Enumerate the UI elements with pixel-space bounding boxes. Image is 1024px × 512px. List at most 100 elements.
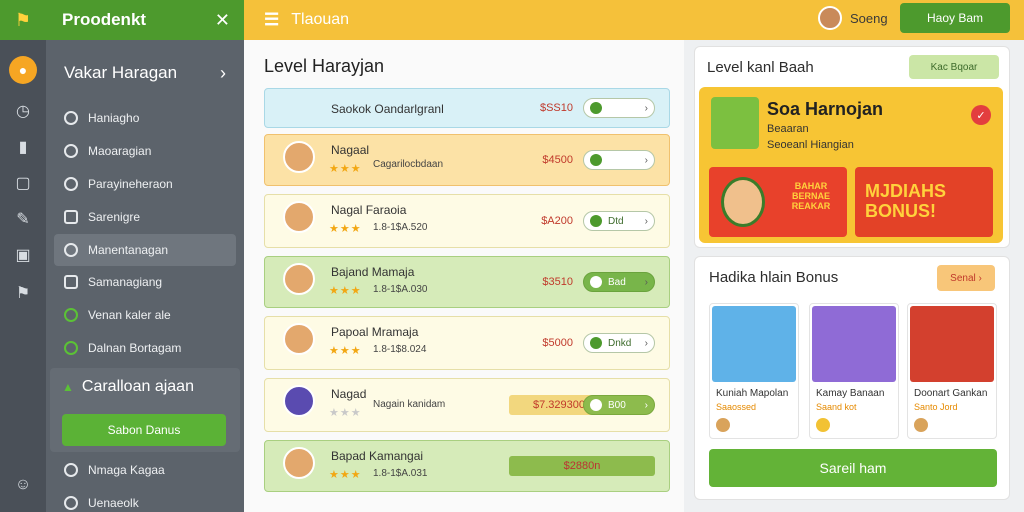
sidebar-panel-button[interactable]: Sabon Danus — [62, 414, 226, 446]
sidebar-item[interactable]: Parayineheraon — [54, 168, 236, 200]
row-price: $SS10 — [539, 102, 573, 114]
target-icon — [64, 242, 78, 257]
sidebar-item[interactable]: Samanagiang — [54, 266, 236, 298]
avatar — [283, 263, 315, 295]
home-icon[interactable]: ● — [9, 56, 37, 84]
row-action-pill[interactable]: › — [583, 150, 655, 170]
user-name: Soeng — [850, 11, 888, 26]
section-title: Tlaouan — [291, 11, 350, 28]
book-icon[interactable]: ▣ — [12, 244, 34, 266]
row-bar[interactable]: $2880n — [509, 456, 655, 476]
promo-tile-1-text: BAHAR BERNAE REAKAR — [791, 181, 831, 211]
chevron-right-icon: › — [644, 102, 648, 114]
row-action-pill[interactable]: B00 › — [583, 395, 655, 415]
sidebar-item[interactable]: Sarenigre — [54, 201, 236, 233]
sidebar-header[interactable]: Vakar Haragan › — [46, 52, 244, 94]
list-row[interactable]: Nagad ★★★ Nagain kanidam $7.329300 B00 › — [264, 378, 670, 432]
sidebar-item[interactable]: Dalnan Bortagam — [54, 332, 236, 364]
bonus-panel: Hadika hlain Bonus Senal › Kuniah Mapola… — [694, 256, 1010, 500]
card-name: Kuniah Mapolan — [716, 388, 789, 399]
users-icon[interactable]: ☺ — [12, 474, 34, 496]
document-icon[interactable]: ▮ — [12, 136, 34, 158]
promo-banner[interactable]: Soa Harnojan Beaaran Seoeanl Hiangian ✓ … — [699, 87, 1003, 243]
row-name: Papoal Mramaja — [331, 325, 419, 339]
row-name: Nagad — [331, 387, 367, 401]
card-name: Kamay Banaan — [816, 388, 885, 399]
row-price: $4500 — [542, 154, 573, 166]
sidebar-item-label: Maoaragian — [88, 143, 152, 158]
check-badge-icon: ✓ — [971, 105, 991, 125]
bonus-card[interactable]: Doonart Gankan Santo Jord — [907, 303, 997, 439]
globe-icon — [64, 176, 78, 191]
settings-icon — [64, 463, 78, 477]
promo-tile-2-text: MJDIAHS BONUS! — [865, 181, 947, 221]
topbar: ☰ Tlaouan Soeng Haoy Bam — [244, 0, 1024, 40]
chevron-right-icon: › — [644, 215, 648, 227]
row-name: Saokok Oandarlgranl — [331, 102, 444, 116]
row-pill-label: Dtd — [608, 215, 624, 227]
icon-rail: ● ◷ ▮ ▢ ✎ ▣ ⚑ ☺ — [0, 0, 46, 512]
bonus-card[interactable]: Kuniah Mapolan Saaossed — [709, 303, 799, 439]
menu-icon[interactable]: ☰ — [264, 10, 279, 30]
sidebar-panel-title-text: Caralloan ajaan — [81, 378, 194, 395]
row-name: Bajand Mamaja — [331, 265, 415, 279]
topbar-button-label: Haoy Bam — [926, 11, 984, 25]
row-action-pill[interactable]: Dtd › — [583, 211, 655, 231]
panel-title: Level kanl Baah — [707, 59, 814, 76]
check-icon — [590, 276, 602, 288]
sidebar-promo-panel: ▲ Caralloan ajaan Sabon Danus — [50, 368, 240, 452]
row-action-pill[interactable]: Bad › — [583, 272, 655, 292]
row-pill-label: B00 — [608, 399, 626, 411]
promo-tile-2[interactable]: MJDIAHS BONUS! — [855, 167, 993, 237]
chevron-right-icon: › — [644, 399, 648, 411]
sidebar-item[interactable]: Venan kaler ale — [54, 299, 236, 331]
coin-icon — [914, 418, 928, 432]
list-row[interactable]: Papoal Mramaja ★★★ 1.8-1$8.024 $5000 Dnk… — [264, 316, 670, 370]
chevron-right-icon: › — [644, 337, 648, 349]
bonus-panel-button[interactable]: Senal › — [937, 265, 995, 291]
sidebar-item[interactable]: Haniagho — [54, 102, 236, 134]
topbar-button[interactable]: Haoy Bam — [900, 3, 1010, 33]
avatar — [283, 323, 315, 355]
list-row[interactable]: Bajand Mamaja ★★★ 1.8-1$A.030 $3510 Bad › — [264, 256, 670, 308]
avatar — [283, 201, 315, 233]
list-row[interactable]: Nagal Faraoia ★★★ 1.8-1$A.520 $A200 Dtd › — [264, 194, 670, 248]
row-pill-label: Dnkd — [608, 337, 632, 349]
list-row[interactable]: Nagaal ★★★ Cagarilocbdaan $4500 › — [264, 134, 670, 186]
avatar — [283, 141, 315, 173]
sidebar-item-active[interactable]: Manentanagan — [54, 233, 236, 266]
cta-button[interactable]: Sareil ham — [709, 449, 997, 487]
flag-icon[interactable]: ⚑ — [12, 282, 34, 304]
check-icon — [590, 215, 602, 227]
row-action-pill[interactable]: Dnkd › — [583, 333, 655, 353]
row-price: $A200 — [541, 215, 573, 227]
list-row[interactable]: Bapad Kamangai ★★★ 1.8-1$A.031 $2880n — [264, 440, 670, 492]
clock-icon — [64, 111, 78, 125]
square-icon[interactable]: ▢ — [12, 172, 34, 194]
sidebar-item[interactable]: Maoaragian — [54, 135, 236, 167]
sidebar-item-label: Venan kaler ale — [88, 308, 171, 323]
clock-icon[interactable]: ◷ — [12, 100, 34, 122]
row-name: Nagaal — [331, 143, 370, 157]
sidebar-item-label: Haniagho — [88, 111, 140, 125]
tree-icon: ▲ — [62, 380, 74, 394]
sidebar-item-label: Sarenigre — [88, 209, 141, 224]
gift-bag-icon — [711, 97, 759, 149]
close-icon[interactable]: ✕ — [215, 10, 230, 31]
promo-tile-1[interactable]: BAHAR BERNAE REAKAR — [709, 167, 847, 237]
sidebar-item[interactable]: Uenaeolk — [54, 487, 236, 512]
list-row[interactable]: Saokok Oandarlgranl $SS10 › — [264, 88, 670, 128]
row-action-pill[interactable]: › — [583, 98, 655, 118]
check-icon — [590, 399, 602, 411]
sidebar-extra-list: Nmaga Kagaa Uenaeolk — [54, 454, 236, 512]
rating-stars: ★★★ — [329, 407, 362, 419]
promo-panel-button[interactable]: Kac Bqoar — [909, 55, 999, 79]
row-name: Nagal Faraoia — [331, 203, 407, 217]
promo-line-2: Seoeanl Hiangian — [767, 139, 854, 151]
row-price: $3510 — [542, 276, 573, 288]
pencil-icon[interactable]: ✎ — [12, 208, 34, 230]
avatar[interactable] — [818, 6, 842, 30]
bonus-card[interactable]: Kamay Banaan Saand kot — [809, 303, 899, 439]
sidebar-item[interactable]: Nmaga Kagaa — [54, 454, 236, 486]
leaf-icon — [64, 341, 78, 356]
